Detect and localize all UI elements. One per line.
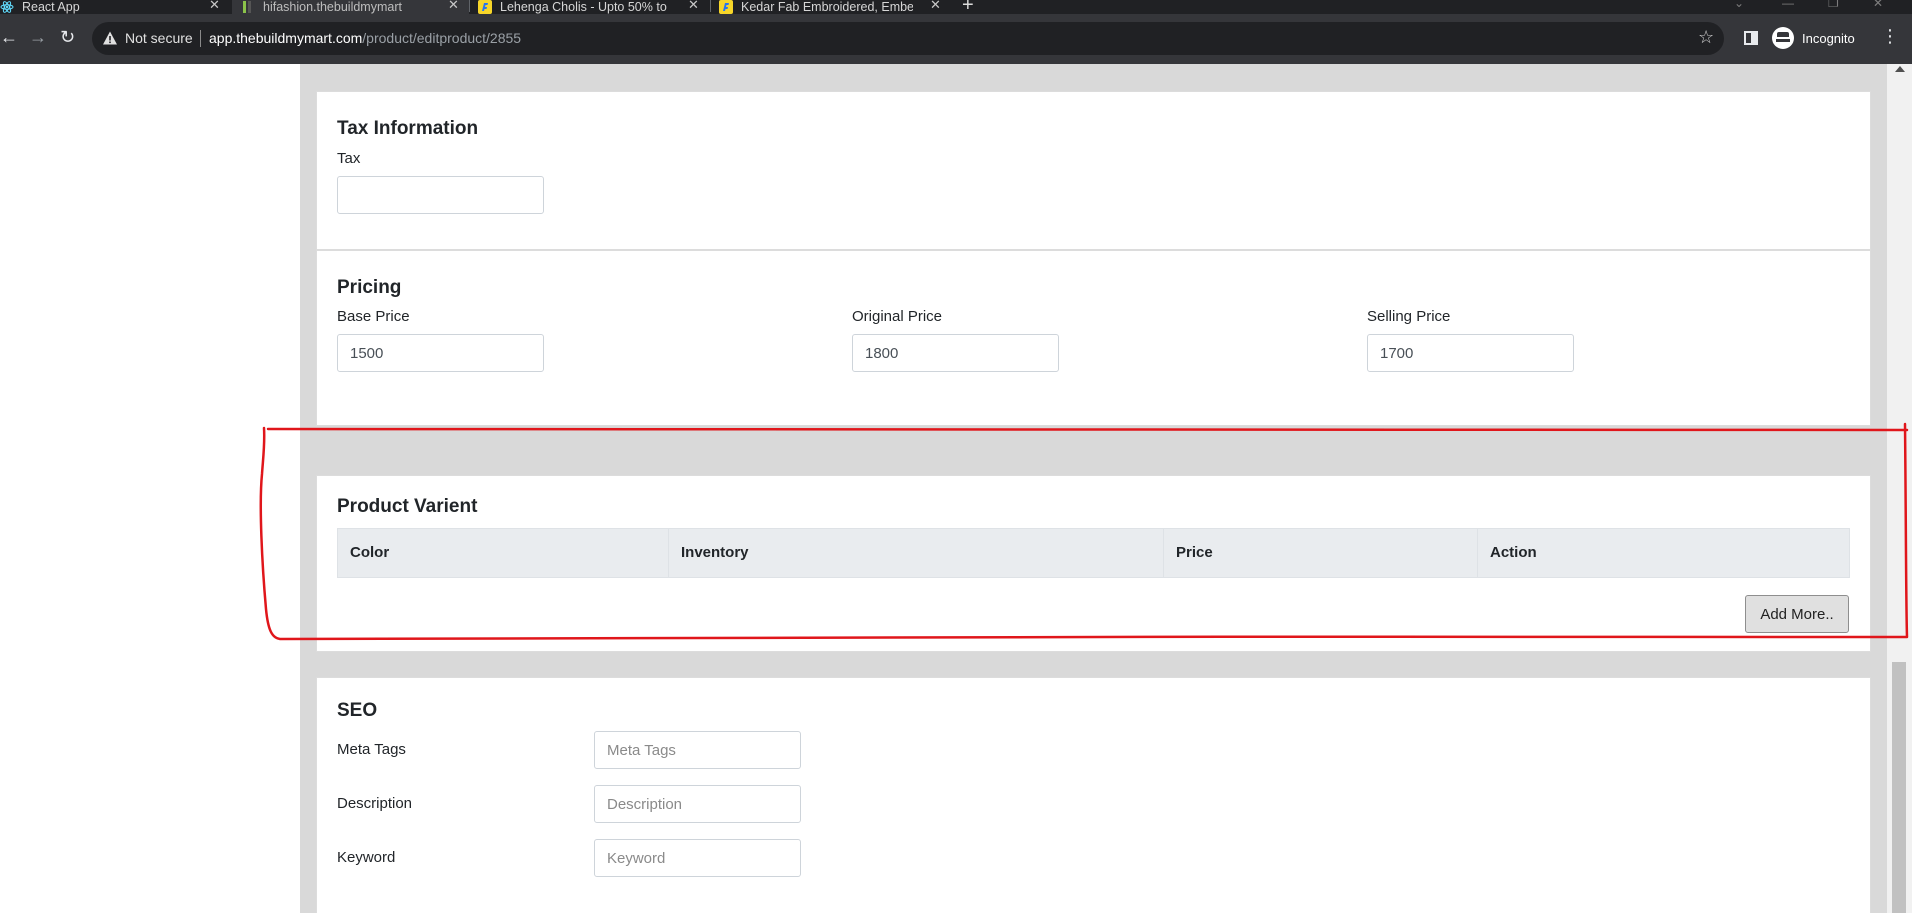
tab-separator (469, 0, 470, 12)
original-price-input[interactable] (852, 334, 1059, 372)
close-window-icon[interactable]: ✕ (1873, 0, 1883, 10)
column-header-inventory: Inventory (669, 529, 1164, 577)
scroll-up-arrow-icon[interactable] (1895, 66, 1905, 72)
tab-title: Kedar Fab Embroidered, Embellis (741, 0, 913, 14)
url-host: app.thebuildmymart.com (209, 30, 363, 46)
tab-hifashion[interactable]: hifashion.thebuildmymart.com/h ✕ (232, 0, 469, 14)
warning-icon (102, 30, 118, 46)
side-panel-icon[interactable] (1744, 31, 1758, 45)
browser-tab-strip: React App ✕ hifashion.thebuildmymart.com… (0, 0, 1912, 14)
security-status: Not secure (125, 30, 193, 46)
reload-icon[interactable]: ↻ (60, 28, 75, 46)
tab-react-app[interactable]: React App ✕ (0, 0, 225, 14)
tab-kedar-fab[interactable]: Kedar Fab Embroidered, Embellis ✕ (719, 0, 954, 14)
meta-tags-label: Meta Tags (337, 741, 406, 758)
incognito-label: Incognito (1802, 30, 1855, 46)
tab-lehenga-cholis[interactable]: Lehenga Cholis - Upto 50% to 80 ✕ (478, 0, 710, 14)
tab-title: hifashion.thebuildmymart.com/h (263, 0, 403, 14)
tab-title: Lehenga Cholis - Upto 50% to 80 (500, 0, 670, 14)
selling-price-label: Selling Price (1367, 308, 1451, 325)
pricing-section-title: Pricing (337, 277, 402, 298)
description-input[interactable] (594, 785, 801, 823)
incognito-icon (1772, 27, 1794, 49)
page-viewport: Tax Information Tax Pricing Base Price O… (0, 64, 1912, 913)
column-header-color: Color (338, 529, 669, 577)
column-header-action: Action (1490, 544, 1537, 561)
new-tab-icon[interactable]: + (962, 0, 974, 14)
tax-section-title: Tax Information (337, 118, 479, 139)
minimize-icon[interactable]: — (1782, 0, 1794, 10)
flipkart-icon (478, 0, 492, 14)
close-tab-icon[interactable]: ✕ (688, 0, 699, 13)
keyword-input[interactable] (594, 839, 801, 877)
url-text[interactable]: app.thebuildmymart.com/product/editprodu… (209, 30, 521, 46)
description-label: Description (337, 795, 413, 812)
seo-card: SEO Meta Tags Description Keyword (316, 677, 1871, 913)
variant-table-header: Color Inventory Price Action (337, 528, 1850, 578)
main-content: Tax Information Tax Pricing Base Price O… (300, 64, 1887, 913)
add-more-button[interactable]: Add More.. (1745, 595, 1849, 633)
pricing-card: Pricing Base Price Original Price Sellin… (316, 250, 1871, 426)
product-variant-card: Product Varient Color Inventory Price Ac… (316, 475, 1871, 652)
seo-section-title: SEO (337, 700, 378, 721)
bookmark-star-icon[interactable]: ☆ (1698, 27, 1714, 48)
incognito-indicator[interactable]: Incognito (1772, 27, 1855, 49)
forward-arrow-icon[interactable]: → (29, 28, 47, 46)
browser-toolbar: ← → ↻ Not secure app.thebuildmymart.com/… (0, 14, 1912, 64)
variant-section-title: Product Varient (337, 496, 478, 517)
flipkart-icon (719, 0, 733, 14)
base-price-input[interactable] (337, 334, 544, 372)
site-favicon-icon (241, 0, 255, 14)
tab-title: React App (22, 0, 80, 14)
vertical-scrollbar[interactable] (1887, 64, 1912, 913)
tax-information-card: Tax Information Tax (316, 91, 1871, 250)
close-tab-icon[interactable]: ✕ (448, 0, 459, 13)
restore-icon[interactable]: ❐ (1828, 0, 1839, 10)
react-icon (0, 0, 14, 14)
keyword-label: Keyword (337, 849, 396, 866)
tax-input[interactable] (337, 176, 544, 214)
close-tab-icon[interactable]: ✕ (930, 0, 941, 13)
address-separator (200, 30, 201, 47)
original-price-label: Original Price (852, 308, 943, 325)
more-menu-icon[interactable]: ⋮ (1881, 27, 1899, 45)
meta-tags-input[interactable] (594, 731, 801, 769)
back-arrow-icon[interactable]: ← (0, 28, 18, 46)
tax-label: Tax (337, 150, 361, 167)
url-path: /product/editproduct/2855 (362, 30, 522, 46)
scrollbar-thumb[interactable] (1892, 662, 1906, 913)
tab-separator (710, 0, 711, 12)
column-header-price: Price (1164, 529, 1478, 577)
chevron-down-icon[interactable]: ⌄ (1734, 0, 1744, 10)
address-bar[interactable]: Not secure app.thebuildmymart.com/produc… (92, 22, 1724, 55)
base-price-label: Base Price (337, 308, 410, 325)
close-tab-icon[interactable]: ✕ (209, 0, 220, 13)
selling-price-input[interactable] (1367, 334, 1574, 372)
